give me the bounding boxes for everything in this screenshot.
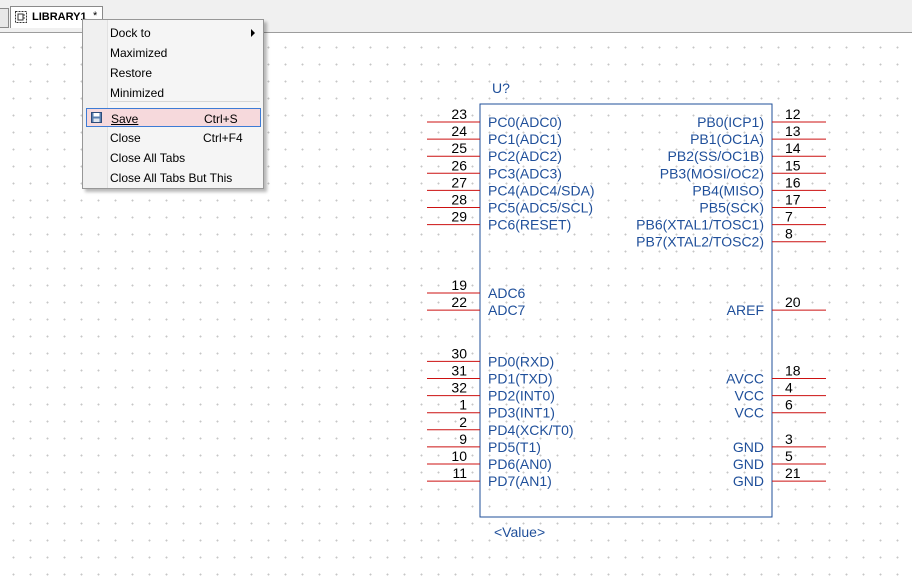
- pin-number: 20: [785, 294, 801, 310]
- pin-name: PB5(SCK): [699, 200, 764, 216]
- pin-number: 8: [785, 226, 793, 242]
- pin-name: VCC: [734, 405, 764, 421]
- pin-name: PB1(OC1A): [690, 131, 764, 147]
- pin-number: 22: [451, 294, 467, 310]
- pin-name: PC3(ADC3): [488, 165, 562, 181]
- pin-name: GND: [733, 473, 764, 489]
- pin-number: 31: [451, 363, 467, 379]
- menu-item-close[interactable]: Close Ctrl+F4: [86, 128, 261, 147]
- pin-number: 13: [785, 123, 801, 139]
- pin-name: PC1(ADC1): [488, 131, 562, 147]
- pin-number: 16: [785, 174, 801, 190]
- pin-number: 30: [451, 345, 467, 361]
- pin-number: 19: [451, 277, 467, 293]
- pin-number: 12: [785, 106, 801, 122]
- pin-number: 25: [451, 140, 467, 156]
- pin-name: PB6(XTAL1/TOSC1): [636, 217, 764, 233]
- pin-name: PB4(MISO): [692, 182, 764, 198]
- pin-number: 18: [785, 363, 801, 379]
- menu-item-shortcut: Ctrl+F4: [203, 131, 243, 145]
- pin-name: PC4(ADC4/SDA): [488, 182, 595, 198]
- pin-number: 4: [785, 380, 793, 396]
- pin-number: 14: [785, 140, 801, 156]
- submenu-arrow-icon: [251, 29, 255, 37]
- menu-item-close-all-tabs[interactable]: Close All Tabs: [86, 148, 261, 167]
- pin-name: PD6(AN0): [488, 456, 552, 472]
- menu-item-label: Save: [111, 112, 139, 126]
- pin-name: PD7(AN1): [488, 473, 552, 489]
- pin-name: GND: [733, 439, 764, 455]
- pin-number: 10: [451, 448, 467, 464]
- pin-name: ADC6: [488, 285, 526, 301]
- pin-number: 5: [785, 448, 793, 464]
- menu-item-close-all-tabs-but-this[interactable]: Close All Tabs But This: [86, 168, 261, 187]
- menu-item-label: Dock to: [110, 26, 151, 40]
- pin-name: AREF: [727, 302, 764, 318]
- menu-item-label: Close: [110, 131, 141, 145]
- pin-number: 32: [451, 380, 467, 396]
- menu-item-restore[interactable]: Restore: [86, 63, 261, 82]
- save-floppy-icon: [91, 112, 102, 123]
- pin-number: 23: [451, 106, 467, 122]
- menu-item-dock-to[interactable]: Dock to: [86, 23, 261, 42]
- menu-item-maximized[interactable]: Maximized: [86, 43, 261, 62]
- pin-number: 28: [451, 192, 467, 208]
- pin-name: PD0(RXD): [488, 353, 554, 369]
- pin-number: 21: [785, 465, 801, 481]
- menu-item-shortcut: Ctrl+S: [204, 112, 238, 126]
- pin-number: 27: [451, 174, 467, 190]
- pin-name: VCC: [734, 388, 764, 404]
- pin-name: PC5(ADC5/SCL): [488, 200, 593, 216]
- pin-name: ADC7: [488, 302, 526, 318]
- menu-item-minimized[interactable]: Minimized: [86, 83, 261, 102]
- menu-item-label: Minimized: [110, 86, 165, 100]
- pin-number: 6: [785, 397, 793, 413]
- pin-number: 17: [785, 192, 801, 208]
- tab-context-menu: Dock to Maximized Restore Minimized Save…: [82, 19, 264, 189]
- pin-name: PD4(XCK/T0): [488, 422, 574, 438]
- menu-item-label: Restore: [110, 66, 153, 80]
- component-value: <Value>: [494, 524, 545, 540]
- pin-name: PC6(RESET): [488, 217, 571, 233]
- pin-name: PD3(INT1): [488, 405, 555, 421]
- menu-item-label: Close All Tabs But This: [110, 171, 233, 185]
- pin-name: PB3(MOSI/OC2): [660, 165, 764, 181]
- menu-item-label: Maximized: [110, 46, 168, 60]
- pin-name: AVCC: [726, 371, 764, 387]
- pin-name: PB0(ICP1): [697, 114, 764, 130]
- pin-number: 7: [785, 209, 793, 225]
- pin-name: PD1(TXD): [488, 371, 553, 387]
- pin-name: PC2(ADC2): [488, 148, 562, 164]
- pin-name: PC0(ADC0): [488, 114, 562, 130]
- pin-name: PD2(INT0): [488, 388, 555, 404]
- pin-number: 11: [452, 465, 467, 481]
- pin-number: 24: [451, 123, 467, 139]
- menu-separator: [110, 101, 260, 102]
- pin-number: 29: [451, 209, 467, 225]
- menu-item-save[interactable]: Save Ctrl+S: [86, 108, 261, 127]
- pin-number: 1: [459, 397, 467, 413]
- pin-number: 3: [785, 431, 793, 447]
- pin-name: GND: [733, 456, 764, 472]
- pin-number: 26: [451, 157, 467, 173]
- menu-item-label: Close All Tabs: [110, 151, 186, 165]
- pin-name: PB7(XTAL2/TOSC2): [636, 234, 764, 250]
- pin-number: 15: [785, 157, 801, 173]
- pin-number: 2: [459, 414, 467, 430]
- component-reference: U?: [492, 80, 510, 96]
- pin-number: 9: [459, 431, 467, 447]
- pin-name: PD5(T1): [488, 439, 541, 455]
- pin-name: PB2(SS/OC1B): [668, 148, 764, 164]
